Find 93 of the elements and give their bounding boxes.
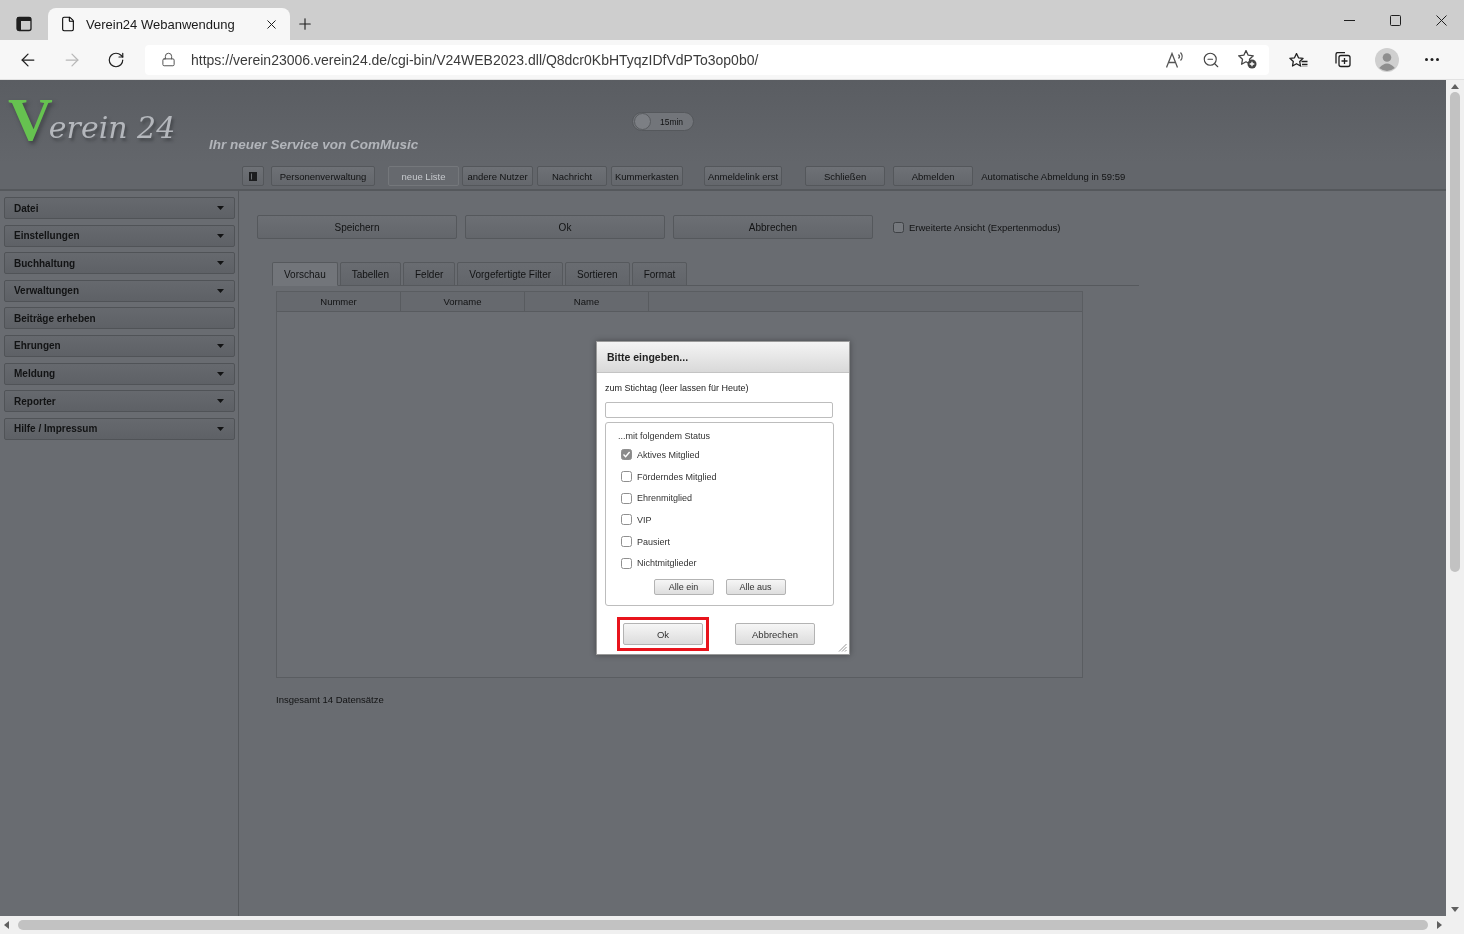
select-all-button[interactable]: Alle aus [725, 579, 786, 596]
star-plus-icon [1237, 50, 1257, 69]
checkbox-label: Pausiert [637, 536, 671, 547]
dialog-title: Bitte eingeben... [607, 351, 689, 363]
sidebar-menu-item[interactable]: Ehrungen [4, 334, 235, 357]
caret-icon [217, 288, 224, 293]
site-logo: Verein 24 [8, 88, 177, 150]
dialog-button[interactable]: Abbrechen [735, 623, 815, 645]
logout-timer-text: Automatische Abmeldung in 59:59 [981, 170, 1126, 182]
toolbar-button[interactable]: Kummerkasten [611, 166, 683, 186]
checkbox[interactable] [621, 471, 632, 483]
slogan-text: Ihr neuer Service von ComMusic [209, 137, 419, 152]
tab[interactable]: Vorgefertigte Filter [457, 262, 564, 286]
toolbar-button[interactable]: Schließen [805, 166, 886, 186]
sidebar-menu-item[interactable]: Meldung [4, 362, 235, 385]
select-all-button[interactable]: Alle ein [653, 579, 714, 596]
sidebar-menu-item[interactable]: Verwaltungen [4, 279, 235, 302]
checkbox[interactable] [621, 449, 632, 461]
sidebar-menu-item[interactable]: Hilfe / Impressum [4, 417, 235, 440]
column-header[interactable]: Name [525, 292, 649, 311]
toolbar-button[interactable]: Abmelden [893, 166, 974, 186]
checkbox-label: Aktives Mitglied [637, 449, 700, 460]
tab[interactable]: Tabellen [339, 262, 401, 286]
checkbox-label: VIP [637, 514, 652, 525]
caret-icon [217, 426, 224, 431]
sidebar-menu-item[interactable]: Datei [4, 197, 235, 219]
checkbox[interactable] [621, 557, 632, 569]
record-count-text: Insgesamt 14 Datensätze [276, 694, 384, 705]
caret-icon [217, 233, 224, 238]
checkbox[interactable] [893, 221, 904, 233]
toolbar-button[interactable]: Personenverwaltung [271, 166, 375, 186]
column-header[interactable]: Vorname [401, 292, 525, 311]
caret-icon [217, 206, 224, 210]
maximize-icon [1389, 14, 1401, 26]
checkbox-label: Förderndes Mitglied [637, 471, 717, 482]
toolbar-button[interactable] [242, 166, 264, 186]
scrollbar-thumb[interactable] [18, 920, 1428, 930]
dialog-button[interactable]: Ok [623, 623, 703, 645]
page-icon [60, 16, 76, 32]
sidebar-menu-item[interactable]: Beiträge erheben [4, 307, 235, 330]
action-button[interactable]: Ok [465, 215, 665, 239]
resize-grip-icon[interactable] [838, 643, 847, 652]
avatar-icon [1375, 47, 1399, 72]
read-aloud-icon [1165, 51, 1185, 68]
sidebar-menu-item[interactable]: Reporter [4, 390, 235, 413]
action-button[interactable]: Abbrechen [673, 215, 873, 239]
caret-icon [217, 261, 224, 266]
group-legend: ...mit folgendem Status [618, 431, 711, 442]
tab[interactable]: Vorschau [272, 262, 338, 286]
tab-actions-icon [16, 16, 32, 32]
more-icon [1424, 58, 1439, 61]
close-icon [1435, 14, 1447, 26]
sidebar-menu-item[interactable]: Buchhaltung [4, 252, 235, 275]
scroll-left-icon[interactable] [4, 921, 9, 929]
panel-icon [249, 171, 257, 181]
scroll-right-icon[interactable] [1437, 921, 1442, 929]
timer-toggle[interactable]: 15min [632, 112, 694, 131]
star-list-icon [1288, 52, 1308, 67]
caret-icon [217, 399, 224, 404]
tab[interactable]: Felder [402, 262, 456, 286]
browser-tab[interactable]: Verein24 Webanwendung [48, 8, 290, 40]
toolbar-button[interactable]: Nachricht [537, 166, 607, 186]
minimize-icon [1343, 19, 1355, 21]
toolbar-button[interactable]: Anmeldelink erst [703, 166, 783, 186]
caret-icon [217, 371, 224, 376]
checkbox[interactable] [621, 492, 632, 504]
sidebar-menu-item[interactable]: Einstellungen [4, 224, 235, 247]
tab[interactable]: Format [631, 262, 688, 286]
scrollbar-thumb[interactable] [1450, 92, 1460, 572]
scroll-down-icon[interactable] [1451, 907, 1459, 912]
date-input-field[interactable] [605, 402, 833, 418]
plus-icon [296, 15, 314, 33]
checkbox[interactable] [621, 536, 632, 548]
tab-title: Verein24 Webanwendung [86, 16, 236, 32]
scroll-up-icon[interactable] [1451, 84, 1459, 89]
toggle-knob [634, 113, 651, 130]
lock-icon [161, 52, 176, 67]
checkbox[interactable] [621, 514, 632, 526]
collections-icon [1334, 51, 1351, 68]
column-header[interactable]: Nummer [277, 292, 401, 311]
caret-icon [217, 343, 224, 348]
reload-icon [107, 50, 125, 69]
checkbox-label: Erweiterte Ansicht (Expertenmodus) [909, 221, 1061, 233]
address-bar[interactable]: https://verein23006.verein24.de/cgi-bin/V24WEB2023.dll/Q8dcr0KbHTyqzIDfVdPTo3op0b0/ [145, 44, 1269, 75]
zoom-out-icon [1202, 50, 1220, 69]
vertical-scrollbar[interactable] [1446, 80, 1464, 916]
field-label: zum Stichtag (leer lassen für Heute) [605, 383, 749, 394]
url-text: https://verein23006.verein24.de/cgi-bin/V24WEB2023.dll/Q8dcr0KbHTyqzIDfVdPTo3op0b0/ [191, 51, 760, 68]
toolbar-button[interactable]: andere Nutzer [462, 166, 533, 186]
tab[interactable]: Sortieren [565, 262, 630, 286]
checkbox-label: Nichtmitglieder [637, 558, 697, 569]
action-button[interactable]: Speichern [257, 215, 457, 239]
checkbox-label: Ehrenmitglied [637, 493, 693, 504]
